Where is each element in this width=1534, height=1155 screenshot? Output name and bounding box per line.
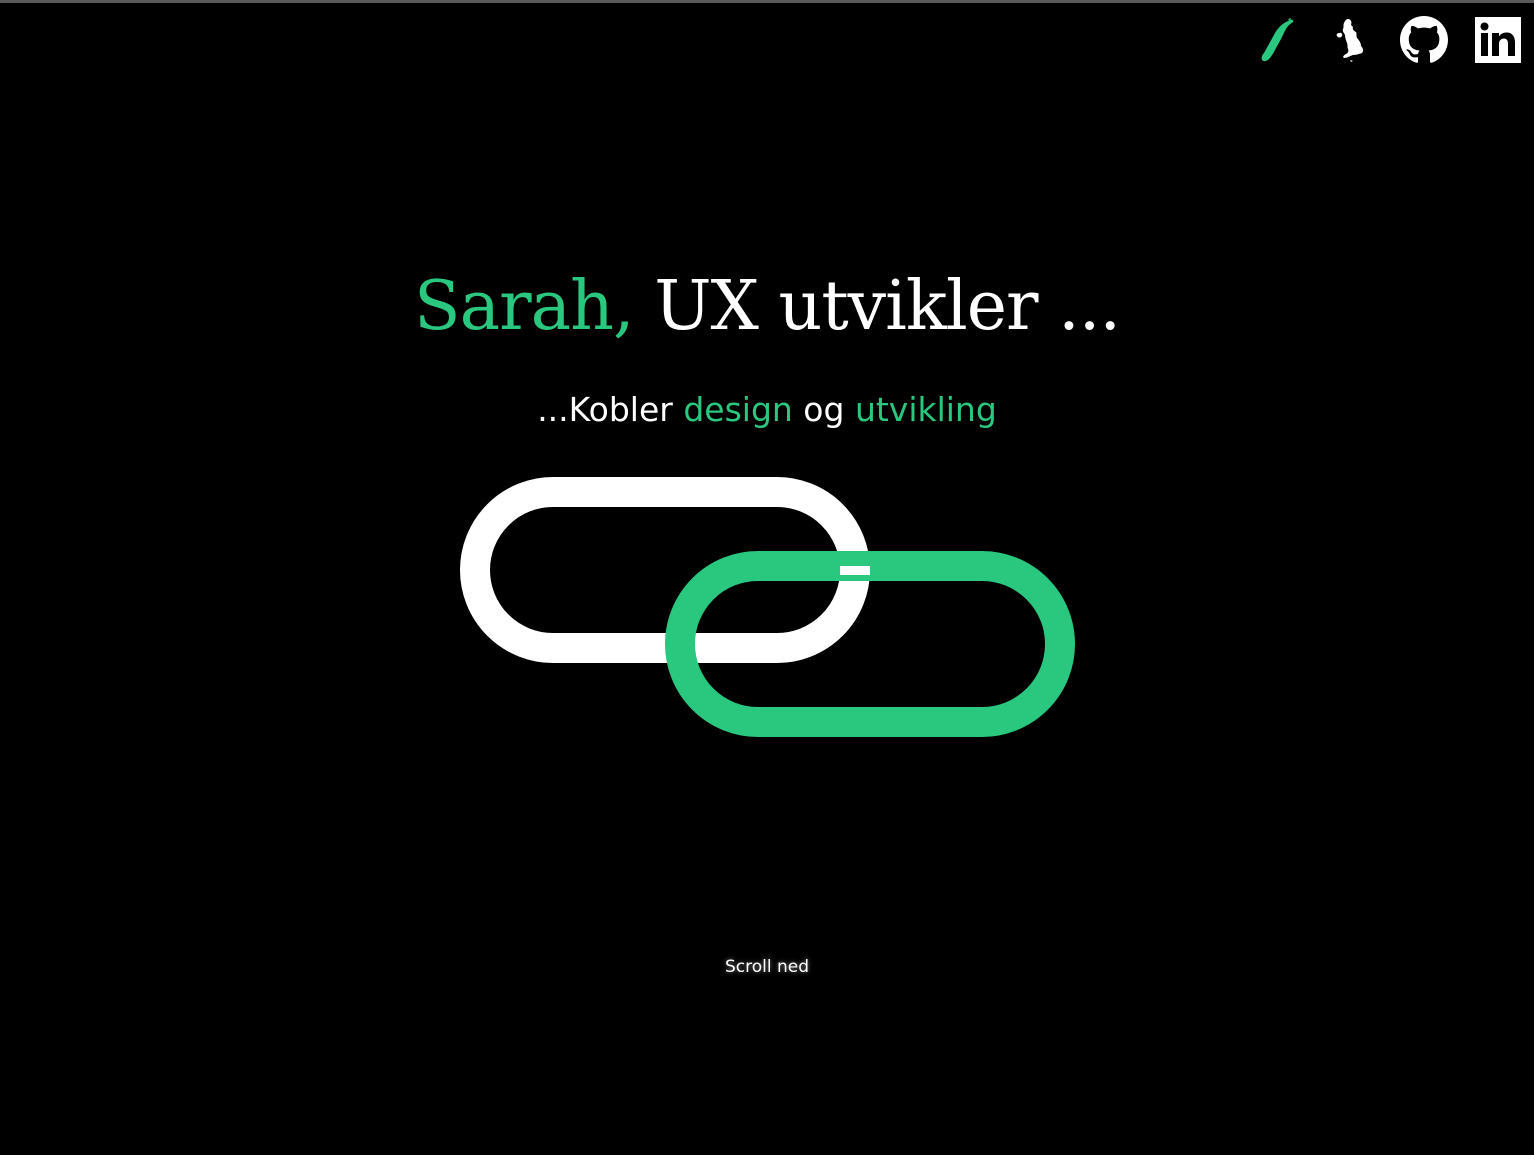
- page-title: Sarah, UX utvikler ...: [0, 262, 1534, 352]
- uk-map-icon[interactable]: [1326, 16, 1374, 64]
- scroll-down-link[interactable]: Scroll ned: [0, 957, 1534, 977]
- tagline-development: utvikling: [854, 390, 997, 429]
- hero-name: Sarah,: [414, 267, 635, 346]
- github-icon[interactable]: [1400, 16, 1448, 64]
- top-nav: [1252, 16, 1522, 64]
- tagline-design: design: [683, 390, 793, 429]
- hero-role: UX utvikler ...: [633, 267, 1121, 346]
- top-border: [0, 0, 1534, 3]
- chain-link-icon: [460, 477, 1075, 737]
- tagline-joiner: og: [792, 390, 855, 429]
- linkedin-icon[interactable]: [1474, 16, 1522, 64]
- norway-map-icon[interactable]: [1252, 16, 1300, 64]
- tagline-prefix: ...Kobler: [537, 390, 684, 429]
- tagline: ...Kobler design og utvikling: [0, 388, 1534, 432]
